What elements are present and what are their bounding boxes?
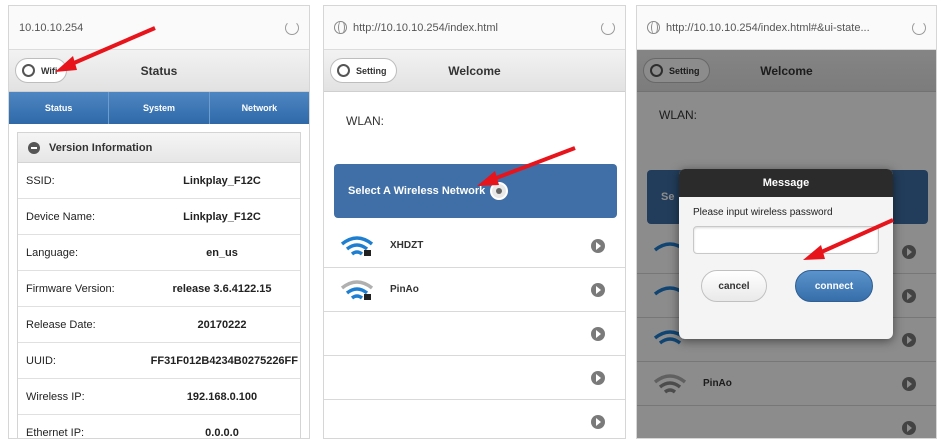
- network-item-empty[interactable]: [324, 400, 625, 438]
- tab-network[interactable]: Network: [210, 92, 309, 124]
- network-item-xhdzt[interactable]: XHDZT: [324, 224, 625, 268]
- password-screen: http://10.10.10.254/index.html#&ui-state…: [636, 5, 937, 439]
- setting-button-label: Setting: [356, 65, 387, 76]
- chevron-right-icon: [591, 326, 605, 341]
- network-item-empty[interactable]: [324, 312, 625, 356]
- address-bar[interactable]: 10.10.10.254: [9, 6, 309, 50]
- section-title: Version Information: [49, 141, 153, 154]
- row-value: 192.168.0.100: [186, 390, 258, 403]
- select-network-label: Select A Wireless Network: [348, 185, 486, 197]
- info-row: SSID: Linkplay_F12C: [18, 163, 300, 199]
- row-label: Firmware Version:: [26, 282, 115, 295]
- address-bar[interactable]: http://10.10.10.254/index.html#&ui-state…: [637, 6, 936, 50]
- url-text: 10.10.10.254: [19, 21, 84, 34]
- info-row: UUID: FF31F012B4234B0275226FF: [18, 343, 300, 379]
- url-text: http://10.10.10.254/index.html: [353, 21, 498, 34]
- row-label: Wireless IP:: [26, 390, 85, 403]
- row-label: UUID:: [26, 354, 56, 367]
- row-label: Ethernet IP:: [26, 426, 85, 439]
- select-network-button[interactable]: Select A Wireless Network: [334, 164, 617, 218]
- row-label: Language:: [26, 246, 78, 259]
- row-value: release 3.6.4122.15: [172, 282, 272, 295]
- network-item-empty[interactable]: [324, 356, 625, 400]
- lock-icon: [364, 293, 371, 300]
- row-value: Linkplay_F12C: [183, 210, 261, 223]
- row-value: FF31F012B4234B0275226FF: [150, 354, 298, 367]
- welcome-screen: http://10.10.10.254/index.html Setting W…: [323, 5, 626, 439]
- info-row: Language: en_us: [18, 235, 300, 271]
- info-row: Device Name: Linkplay_F12C: [18, 199, 300, 235]
- wifi-icon: [340, 279, 374, 300]
- tab-status[interactable]: Status: [9, 92, 110, 124]
- connect-button[interactable]: connect: [795, 270, 873, 302]
- lock-icon: [364, 249, 371, 256]
- password-dialog: Message Please input wireless password c…: [679, 169, 893, 339]
- network-name: XHDZT: [390, 240, 424, 251]
- row-value: Linkplay_F12C: [183, 174, 261, 187]
- network-name: PinAo: [390, 284, 419, 295]
- row-label: SSID:: [26, 174, 55, 187]
- setting-button[interactable]: Setting: [330, 58, 397, 83]
- wlan-label: WLAN:: [346, 114, 385, 128]
- password-input[interactable]: [693, 226, 879, 254]
- globe-icon: [647, 21, 660, 34]
- reload-icon[interactable]: [285, 20, 299, 35]
- info-row: Firmware Version: release 3.6.4122.15: [18, 271, 300, 307]
- wifi-icon: [340, 235, 374, 256]
- version-info-section: Version Information SSID: Linkplay_F12C …: [17, 132, 301, 439]
- wifi-button[interactable]: Wifi: [15, 58, 68, 83]
- radio-icon: [337, 64, 350, 77]
- cancel-button[interactable]: cancel: [701, 270, 767, 302]
- reload-icon[interactable]: [601, 20, 615, 35]
- url-text: http://10.10.10.254/index.html#&ui-state…: [666, 21, 870, 34]
- dialog-prompt: Please input wireless password: [693, 207, 833, 218]
- reload-icon[interactable]: [912, 20, 926, 35]
- chevron-right-icon: [591, 370, 605, 385]
- tab-bar: Status System Network: [9, 92, 309, 124]
- network-list: XHDZT PinAo: [324, 224, 625, 438]
- row-value: 20170222: [197, 318, 247, 331]
- info-row: Release Date: 20170222: [18, 307, 300, 343]
- dialog-title: Message: [679, 169, 893, 197]
- radio-icon: [22, 64, 35, 77]
- chevron-right-icon: [591, 414, 605, 429]
- address-bar[interactable]: http://10.10.10.254/index.html: [324, 6, 625, 50]
- row-value: 0.0.0.0: [205, 426, 239, 439]
- info-row: Ethernet IP: 0.0.0.0: [18, 415, 300, 439]
- info-icon: [490, 182, 509, 200]
- row-label: Release Date:: [26, 318, 96, 331]
- status-screen: 10.10.10.254 Wifi Status Status System N…: [8, 5, 310, 439]
- minus-icon: [28, 141, 40, 154]
- page-header: Setting Welcome: [324, 50, 625, 92]
- dialog-buttons: cancel connect: [679, 254, 893, 302]
- section-header[interactable]: Version Information: [18, 133, 300, 163]
- tab-system[interactable]: System: [109, 92, 210, 124]
- wifi-button-label: Wifi: [41, 65, 58, 76]
- chevron-right-icon: [591, 282, 605, 297]
- chevron-right-icon: [591, 238, 605, 253]
- row-value: en_us: [206, 246, 238, 259]
- row-label: Device Name:: [26, 210, 96, 223]
- globe-icon: [334, 21, 347, 34]
- network-item-pinao[interactable]: PinAo: [324, 268, 625, 312]
- page-header: Wifi Status: [9, 50, 309, 92]
- info-row: Wireless IP: 192.168.0.100: [18, 379, 300, 415]
